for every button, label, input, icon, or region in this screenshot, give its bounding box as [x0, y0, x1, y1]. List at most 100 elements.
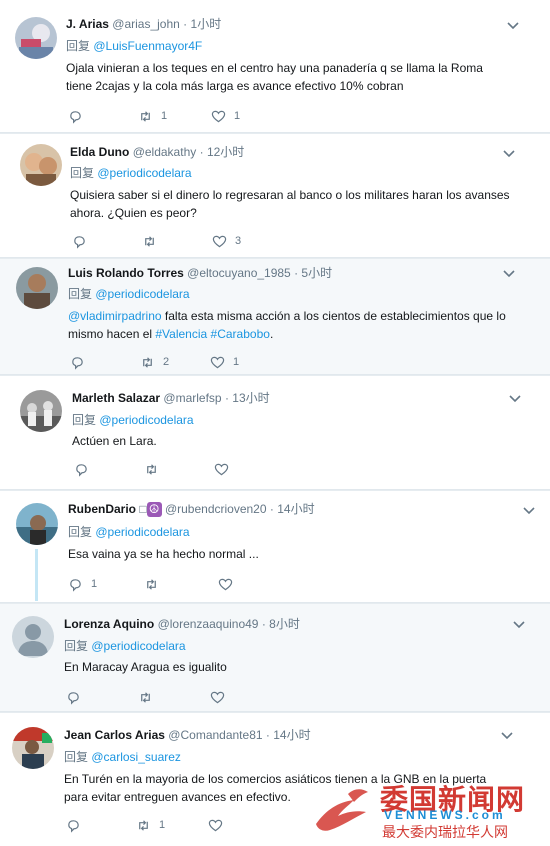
tweet-text: mismo hacen el	[68, 327, 156, 341]
reply-to-link[interactable]: @carlosi_suarez	[91, 750, 181, 764]
reply-to-link[interactable]: @periodicodelara	[99, 413, 193, 427]
tweet[interactable]: Lorenza Aquino @lorenzaaquino49 · 8小时 回复…	[0, 604, 550, 712]
tweet-text-line: Quisiera saber si el dinero lo regresara…	[70, 188, 510, 202]
chevron-down-icon[interactable]	[502, 146, 516, 160]
retweet-icon	[143, 356, 152, 368]
avatar[interactable]	[20, 390, 62, 432]
reply-button[interactable]	[68, 107, 91, 125]
timestamp[interactable]: 14小时	[277, 502, 314, 516]
reply-to-link[interactable]: @LuisFuenmayor4F	[93, 39, 202, 53]
retweet-icon	[147, 578, 156, 590]
chevron-down-icon[interactable]	[506, 18, 520, 32]
like-button[interactable]: 3	[212, 232, 241, 250]
author-name[interactable]: Luis Rolando Torres	[68, 266, 184, 280]
reply-button[interactable]	[70, 353, 93, 371]
chevron-down-icon[interactable]	[512, 617, 526, 631]
chevron-down-icon[interactable]	[508, 391, 522, 405]
retweet-icon	[141, 691, 150, 703]
mention-link[interactable]: @vladimirpadrino	[68, 309, 162, 323]
like-button[interactable]	[210, 688, 233, 706]
tweet[interactable]: J. Arias @arias_john · 1小时 回复 @LuisFuenm…	[0, 0, 550, 133]
timestamp[interactable]: 5小时	[301, 266, 332, 280]
reply-button[interactable]	[66, 688, 89, 706]
reply-prefix: 回复	[68, 287, 93, 301]
tweet[interactable]: Marleth Salazar @marlefsp · 13小时 回复 @per…	[0, 376, 550, 490]
tweet-text-line: En Maracay Aragua es igualito	[64, 660, 227, 674]
author-handle[interactable]: @eltocuyano_1985	[187, 266, 291, 280]
tweet[interactable]: RubenDario □ ☮ @rubendcrioven20 · 14小时 回复…	[0, 491, 550, 603]
chevron-down-icon[interactable]	[522, 503, 536, 517]
tweet[interactable]: Luis Rolando Torres @eltocuyano_1985 · 5…	[0, 259, 550, 375]
timestamp[interactable]: 8小时	[269, 617, 300, 631]
tweet-text: .	[269, 327, 274, 341]
reply-button[interactable]	[66, 816, 89, 834]
tweet[interactable]: Elda Duno @eldakathy · 12小时 回复 @periodic…	[0, 134, 550, 258]
retweet-button[interactable]	[138, 688, 161, 706]
watermark-logo: 委国新闻网 VENNEWS.com 最大委内瑞拉华人网	[308, 778, 548, 842]
reply-icon	[76, 463, 87, 477]
author-handle[interactable]: @marlefsp	[163, 391, 221, 405]
author-handle[interactable]: @Comandante81	[168, 728, 262, 742]
avatar[interactable]	[15, 17, 57, 59]
retweet-button[interactable]	[144, 460, 167, 478]
hashtag-link[interactable]: #Carabobo	[211, 327, 270, 341]
timestamp[interactable]: 1小时	[191, 17, 222, 31]
author-name[interactable]: RubenDario	[68, 502, 136, 516]
reply-button[interactable]: 1	[68, 575, 97, 593]
timestamp-separator: ·	[183, 17, 191, 31]
author-name[interactable]: Jean Carlos Arias	[64, 728, 165, 742]
tweet-text-line: Ojala vinieran a los teques en el centro…	[66, 61, 483, 75]
tweet-text-line: Esa vaina ya se ha hecho normal ...	[68, 547, 259, 561]
like-button[interactable]: 1	[210, 353, 239, 371]
retweet-button[interactable]: 1	[136, 816, 165, 834]
reply-button[interactable]	[74, 460, 97, 478]
retweet-button[interactable]: 2	[140, 353, 169, 371]
avatar[interactable]	[20, 144, 62, 186]
author-handle[interactable]: @lorenzaaquino49	[158, 617, 259, 631]
retweet-icon	[139, 819, 148, 831]
reply-icon	[68, 691, 79, 705]
avatar[interactable]	[16, 503, 58, 545]
like-button[interactable]	[208, 816, 231, 834]
author-handle[interactable]: @arias_john	[112, 17, 180, 31]
chevron-down-icon[interactable]	[502, 266, 516, 280]
like-button[interactable]	[218, 575, 241, 593]
like-button[interactable]: 1	[211, 107, 240, 125]
heart-icon	[210, 691, 225, 703]
author-handle[interactable]: @rubendcrioven20	[165, 502, 267, 516]
tweet-text-line: ahora. ¿Quien es peor?	[70, 206, 197, 220]
chevron-down-icon[interactable]	[500, 728, 514, 742]
author-name[interactable]: Marleth Salazar	[72, 391, 160, 405]
reply-to-link[interactable]: @periodicodelara	[91, 639, 185, 653]
like-button[interactable]	[214, 460, 237, 478]
timestamp[interactable]: 14小时	[273, 728, 310, 742]
timeline: J. Arias @arias_john · 1小时 回复 @LuisFuenm…	[0, 0, 550, 846]
author-name[interactable]: Lorenza Aquino	[64, 617, 154, 631]
avatar[interactable]	[12, 616, 54, 658]
reply-prefix: 回复	[72, 413, 97, 427]
timestamp[interactable]: 12小时	[207, 145, 244, 159]
reply-button[interactable]	[72, 232, 95, 250]
bird-logo-icon	[316, 789, 368, 831]
reply-to-link[interactable]: @periodicodelara	[97, 166, 191, 180]
tweet-actions	[66, 688, 366, 706]
reply-to-link[interactable]: @periodicodelara	[95, 525, 189, 539]
reply-icon	[72, 356, 83, 370]
retweet-button[interactable]	[144, 575, 167, 593]
heart-icon	[211, 110, 226, 122]
author-name[interactable]: J. Arias	[66, 17, 109, 31]
reply-prefix: 回复	[66, 39, 91, 53]
avatar[interactable]	[16, 267, 58, 309]
reply-prefix: 回复	[70, 166, 95, 180]
hashtag-link[interactable]: #Valencia	[155, 327, 207, 341]
retweet-button[interactable]	[142, 232, 165, 250]
author-name[interactable]: Elda Duno	[70, 145, 129, 159]
avatar[interactable]	[12, 727, 54, 769]
retweet-count: 2	[163, 356, 170, 368]
author-handle[interactable]: @eldakathy	[133, 145, 197, 159]
tweet-text: falta esta misma acción a los cientos de…	[161, 309, 506, 323]
tweet-text-line: tiene 2cajas y la cola más larga es avan…	[66, 79, 404, 93]
timestamp[interactable]: 13小时	[232, 391, 269, 405]
retweet-button[interactable]: 1	[138, 107, 167, 125]
reply-to-link[interactable]: @periodicodelara	[95, 287, 189, 301]
